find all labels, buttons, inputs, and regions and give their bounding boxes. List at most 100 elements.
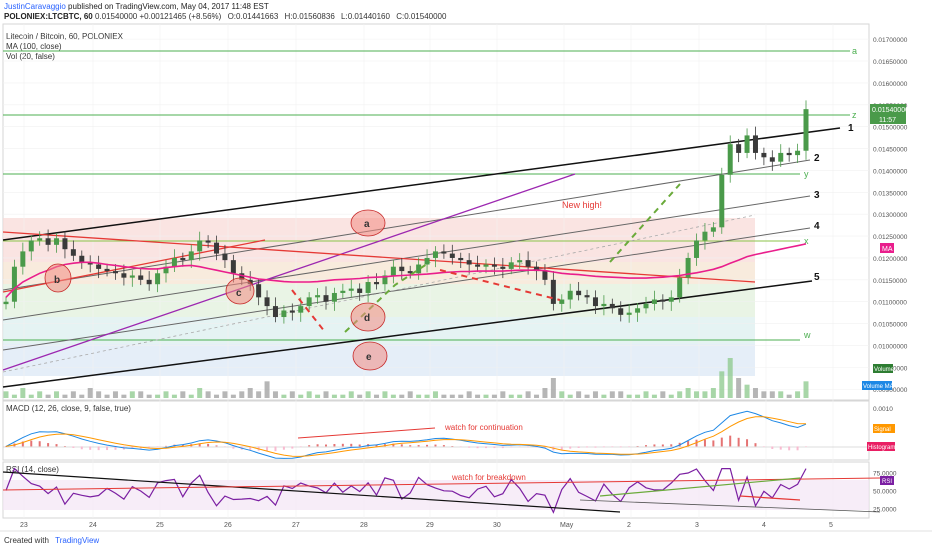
macd-hist-bar [653,444,656,447]
volume-bar [197,388,203,398]
candle-body [542,271,548,280]
volume-bar [180,391,186,398]
macd-hist-bar [434,444,437,447]
time-tick-label: May [560,522,574,529]
price-axis[interactable]: 0.017000000.016500000.016000000.01550000… [873,37,908,394]
volume-bar [323,391,329,398]
price-tick-label: 0.01100000 [873,300,907,307]
macd-line [5,410,807,459]
volume-bar [761,391,767,398]
volume-bar [188,394,194,398]
candle-body [188,251,194,261]
candle-body [104,268,110,272]
macd-hist-bar [291,446,294,449]
time-tick-label: 3 [695,522,699,529]
volume-bar [163,391,169,398]
volume-bar [668,394,674,398]
candle-body [45,238,51,245]
volume-bar [70,391,76,398]
channel-label-3: 3 [814,190,820,201]
volume-bar [289,391,295,398]
macd-hist-bar [38,441,41,447]
volume-bar [390,394,396,398]
candle-body [786,152,792,156]
volume-bar [576,391,582,398]
time-axis[interactable]: 23 24 25 26 27 28 29 30 May 2 3 4 5 [20,522,833,529]
time-tick-label: 28 [360,522,368,529]
new-high-note: New high! [562,200,602,210]
candle-body [205,240,211,243]
volume-bar [441,394,447,398]
macd-hist-bar [165,445,167,447]
macd-hist-bar [459,446,462,447]
level-label-y: y [804,169,809,179]
volume-bar [281,394,287,398]
volume-bar [264,381,270,398]
rsi-tick-label: 50.0000 [873,489,897,496]
candle-body [500,266,506,269]
ma-tag-text: MA [882,246,893,253]
macd-note: watch for continuation [444,423,523,432]
volume-bar [727,358,733,398]
volume-bar [407,391,413,398]
volume-bar [769,391,775,398]
volume-bar [348,391,354,398]
volume-bar [104,394,110,398]
candle-body [491,264,497,267]
volume-bar [298,394,304,398]
level-labels: a z y x w [803,46,857,340]
volume-bar [37,391,43,398]
candle-body [710,227,716,232]
volume-bar [146,394,152,398]
price-tick-label: 0.01000000 [873,343,908,350]
candle-body [54,238,60,245]
chart-svg[interactable]: 0.017000000.016500000.016000000.01550000… [0,0,932,550]
macd-hist-bar [703,439,706,447]
volume-bar [550,378,556,398]
time-tick-label: 24 [89,522,97,529]
volume-bar [205,391,211,398]
countdown-text: 11:57 [879,117,896,124]
candle-body [483,264,489,267]
volume-bar [778,391,784,398]
candle-body [129,275,135,278]
histogram-tag-text: Histogram [868,445,895,451]
price-tick-label: 0.01150000 [873,278,907,285]
volume-bar [626,394,632,398]
volume-bar [694,391,700,398]
macd-hist-bar [670,444,673,447]
volume-bar [155,394,161,398]
volume-bar [96,391,102,398]
candle-body [803,109,809,151]
volume-bar [87,388,93,398]
candle-body [197,240,203,252]
candle-body [660,299,666,302]
volume-bar [20,388,26,398]
macd-pane [2,400,870,461]
time-tick-label: 30 [493,522,501,529]
candle-body [567,290,573,300]
volume-bar [340,394,346,398]
candle-body [214,242,220,254]
candle-body [449,253,455,258]
time-tick-label: 26 [224,522,232,529]
volume-bar [618,391,624,398]
rsi-tick-label: 25.0000 [873,507,897,514]
volume-bar [458,394,464,398]
macd-hist-bar [282,446,285,450]
candle-body [374,282,380,285]
volume-bar [702,391,708,398]
last-price-tag-text: 0.01540000 [872,107,909,114]
candle-body [331,292,337,302]
macd-hist-bar [737,437,740,447]
candle-body [272,306,278,318]
candle-body [719,174,725,228]
volume-bar [416,394,422,398]
volume-bar [129,391,135,398]
channel-label-2: 2 [814,153,820,164]
candle-body [795,150,801,156]
tradingview-logo[interactable]: TradingView [55,536,99,545]
volume-bar [315,394,321,398]
macd-hist-bar [156,446,159,448]
footer: Created with TradingView [4,536,99,545]
